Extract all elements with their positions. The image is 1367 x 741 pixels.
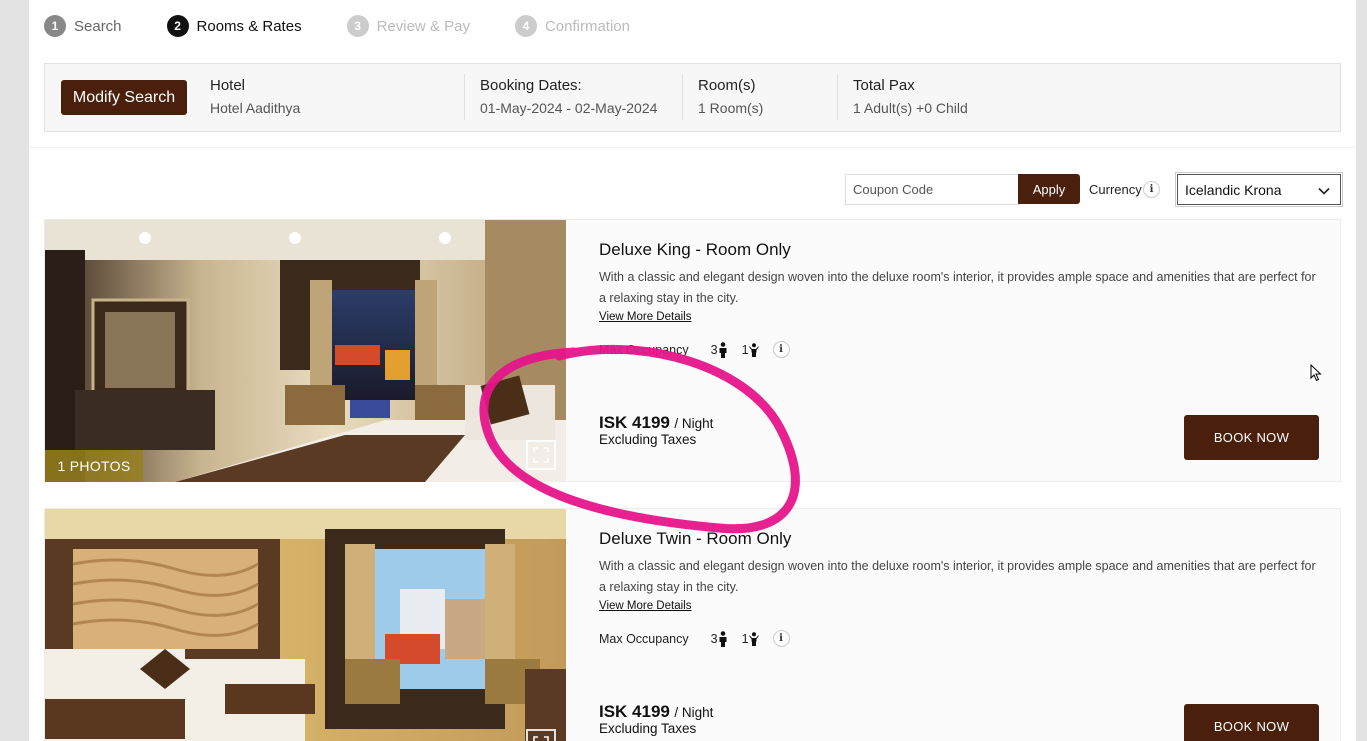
child-icon [749,631,759,646]
step-label: Rooms & Rates [196,17,302,35]
step-search[interactable]: 1 Search [44,15,122,37]
room-price: ISK 4199 / Night Excluding Taxes [599,702,713,735]
child-count: 1 [741,631,749,646]
view-more-details-link[interactable]: View More Details [599,600,691,612]
summary-heading: Total Pax [853,77,915,94]
child-capacity: 1 [742,632,759,646]
room-description: With a classic and elegant design woven … [599,270,1316,305]
step-confirmation: 4 Confirmation [514,15,630,37]
room-photo[interactable]: 1 PHOTOS [45,220,566,482]
max-occupancy: Max Occupancy 3 1 i [599,630,790,647]
summary-pax: Total Pax 1 Adult(s) +0 Child [853,77,968,116]
room-photo[interactable] [45,509,566,741]
summary-heading: Room(s) [698,77,756,94]
booking-page: 1 Search 2 Rooms & Rates 3 Review & Pay … [29,0,1356,741]
step-rooms-rates: 2 Rooms & Rates [166,15,302,37]
book-now-button[interactable]: BOOK NOW [1184,704,1319,741]
child-count: 1 [741,342,749,357]
summary-value: 1 Adult(s) +0 Child [853,100,968,116]
divider [837,74,838,120]
step-number: 4 [514,15,537,37]
modify-search-button[interactable]: Modify Search [61,80,187,115]
max-occupancy: Max Occupancy 3 1 i [599,341,790,358]
info-icon[interactable]: i [772,341,790,358]
expand-icon[interactable] [526,440,556,470]
step-label: Confirmation [544,17,630,35]
window-edge [1356,0,1367,741]
coupon-code-input[interactable] [845,174,1019,205]
adult-icon [719,341,727,358]
room-title: Deluxe King - Room Only [599,240,791,259]
step-number: 3 [346,15,369,37]
booking-stepper: 1 Search 2 Rooms & Rates 3 Review & Pay … [44,14,675,38]
summary-heading: Hotel [210,77,246,94]
child-capacity: 1 [742,343,759,357]
step-label: Search [74,17,122,35]
divider [29,147,1356,148]
room-description: With a classic and elegant design woven … [599,559,1316,594]
adult-count: 3 [710,342,718,357]
currency-selected-value: Icelandic Krona [1185,181,1282,198]
summary-value: 01-May-2024 - 02-May-2024 [480,100,658,116]
info-icon[interactable]: i [772,630,790,647]
adult-count: 3 [710,631,718,646]
occupancy-label: Max Occupancy [599,342,689,357]
room-card: 1 PHOTOS Deluxe King - Room Only With a … [44,219,1341,482]
book-now-button[interactable]: BOOK NOW [1184,415,1319,460]
expand-icon[interactable] [526,729,556,741]
currency-label: Currency [1089,182,1142,197]
occupancy-label: Max Occupancy [599,631,689,646]
apply-coupon-button[interactable]: Apply [1018,174,1080,204]
currency-select[interactable]: Icelandic Krona [1175,172,1343,207]
summary-value: 1 Room(s) [698,100,764,116]
room-card: Deluxe Twin - Room Only With a classic a… [44,508,1341,741]
mouse-cursor-icon [1310,364,1322,382]
chevron-down-icon [1318,182,1330,198]
adult-capacity: 3 [710,341,728,358]
divider [682,74,683,120]
summary-hotel: Hotel Hotel Aadithya [210,77,300,116]
step-number: 1 [44,15,66,37]
price-per: / Night [674,705,714,720]
summary-heading: Booking Dates: [480,77,582,94]
search-summary: Modify Search Hotel Hotel Aadithya Booki… [44,63,1341,132]
room-price: ISK 4199 / Night Excluding Taxes [599,413,713,446]
step-label: Review & Pay [376,17,470,35]
summary-value: Hotel Aadithya [210,100,301,116]
summary-dates: Booking Dates: 01-May-2024 - 02-May-2024 [480,77,657,116]
room-title: Deluxe Twin - Room Only [599,529,792,548]
child-icon [749,342,759,357]
step-review-pay: 3 Review & Pay [346,15,470,37]
step-number: 2 [166,15,189,37]
price-amount: ISK 4199 [599,702,670,721]
tax-note: Excluding Taxes [599,721,697,736]
divider [464,74,465,120]
price-amount: ISK 4199 [599,413,670,432]
adult-icon [719,630,727,647]
photos-count-badge[interactable]: 1 PHOTOS [45,450,143,482]
price-per: / Night [674,416,714,431]
view-more-details-link[interactable]: View More Details [599,311,691,323]
summary-rooms: Room(s) 1 Room(s) [698,77,763,116]
tax-note: Excluding Taxes [599,432,697,447]
adult-capacity: 3 [710,630,728,647]
info-icon[interactable]: i [1143,181,1160,198]
